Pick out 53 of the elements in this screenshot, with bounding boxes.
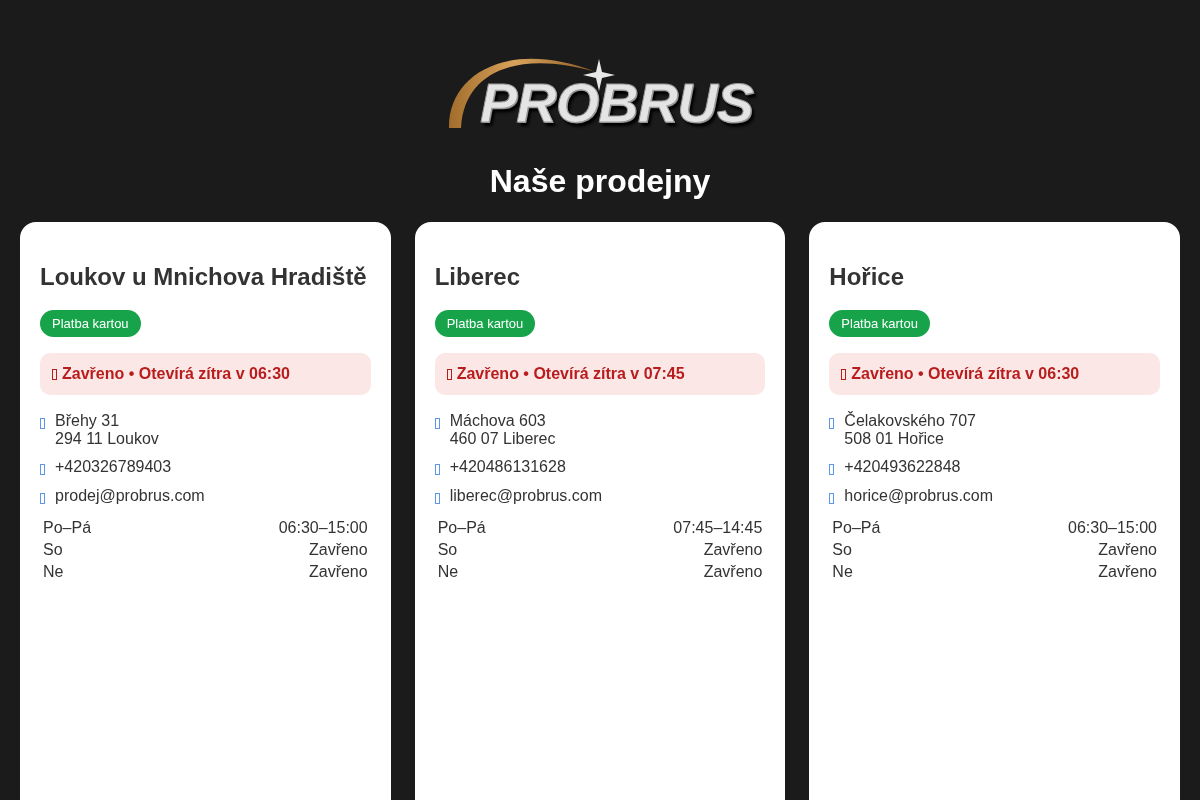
missing-glyph-icon (40, 493, 45, 504)
day-label: So (436, 540, 459, 560)
address-line: 460 07 Liberec (449, 430, 556, 448)
address-line: 508 01 Hořice (844, 430, 945, 448)
missing-glyph-icon (40, 418, 45, 429)
email-link[interactable]: prodej@probrus.com (55, 487, 205, 505)
phone-link[interactable]: +420486131628 (449, 458, 566, 476)
opening-hours: 06:30–15:00 (1067, 518, 1158, 538)
status-text: Zavřeno • Otevírá zítra v 06:30 (851, 365, 1080, 383)
missing-glyph-icon (434, 464, 440, 475)
missing-glyph-icon (829, 418, 835, 429)
opening-hours: Zavřeno (1097, 562, 1158, 582)
day-label: Ne (42, 562, 65, 582)
day-label: Po–Pá (42, 518, 93, 538)
email-link[interactable]: horice@probrus.com (844, 487, 994, 505)
email-link[interactable]: liberec@probrus.com (449, 487, 602, 505)
opening-hours: Zavřeno (702, 540, 764, 560)
day-label: So (42, 540, 64, 560)
missing-glyph-icon (40, 464, 45, 475)
opening-hours: Zavřeno (307, 562, 369, 582)
day-label: Ne (436, 562, 460, 582)
payment-badge: Platba kartou (829, 310, 930, 337)
payment-badge: Platba kartou (434, 310, 536, 337)
missing-glyph-icon (446, 368, 452, 380)
missing-glyph-icon (434, 493, 440, 504)
day-label: Po–Pá (436, 518, 487, 538)
logo: PROBRUS (444, 40, 756, 140)
phone-link[interactable]: +420326789403 (55, 458, 172, 476)
missing-glyph-icon (841, 368, 847, 380)
store-name: Loukov u Mnichova Hradiště (40, 262, 368, 291)
status-text: Zavřeno • Otevírá zítra v 06:30 (62, 365, 290, 383)
day-label: Ne (831, 562, 854, 582)
missing-glyph-icon (829, 493, 835, 504)
day-label: Po–Pá (831, 518, 882, 538)
missing-glyph-icon (52, 368, 57, 380)
address-line: Máchova 603 (449, 412, 547, 430)
missing-glyph-icon (434, 418, 440, 429)
address-line: Břehy 31 (55, 412, 121, 430)
phone-link[interactable]: +420493622848 (844, 458, 961, 476)
missing-glyph-icon (829, 464, 835, 475)
opening-hours: 07:45–14:45 (672, 518, 764, 538)
opening-hours: Zavřeno (307, 540, 369, 560)
page-heading: Naše prodejny (489, 163, 711, 200)
payment-badge: Platba kartou (40, 310, 141, 337)
address-line: 294 11 Loukov (55, 430, 159, 448)
store-name: Hořice (829, 262, 906, 291)
store-name: Liberec (434, 262, 522, 291)
address-line: Čelakovského 707 (844, 412, 976, 430)
opening-hours: Zavřeno (702, 562, 764, 582)
opening-hours: 06:30–15:00 (277, 518, 369, 538)
status-text: Zavřeno • Otevírá zítra v 07:45 (456, 365, 685, 383)
opening-hours: Zavřeno (1097, 540, 1158, 560)
day-label: So (831, 540, 853, 560)
